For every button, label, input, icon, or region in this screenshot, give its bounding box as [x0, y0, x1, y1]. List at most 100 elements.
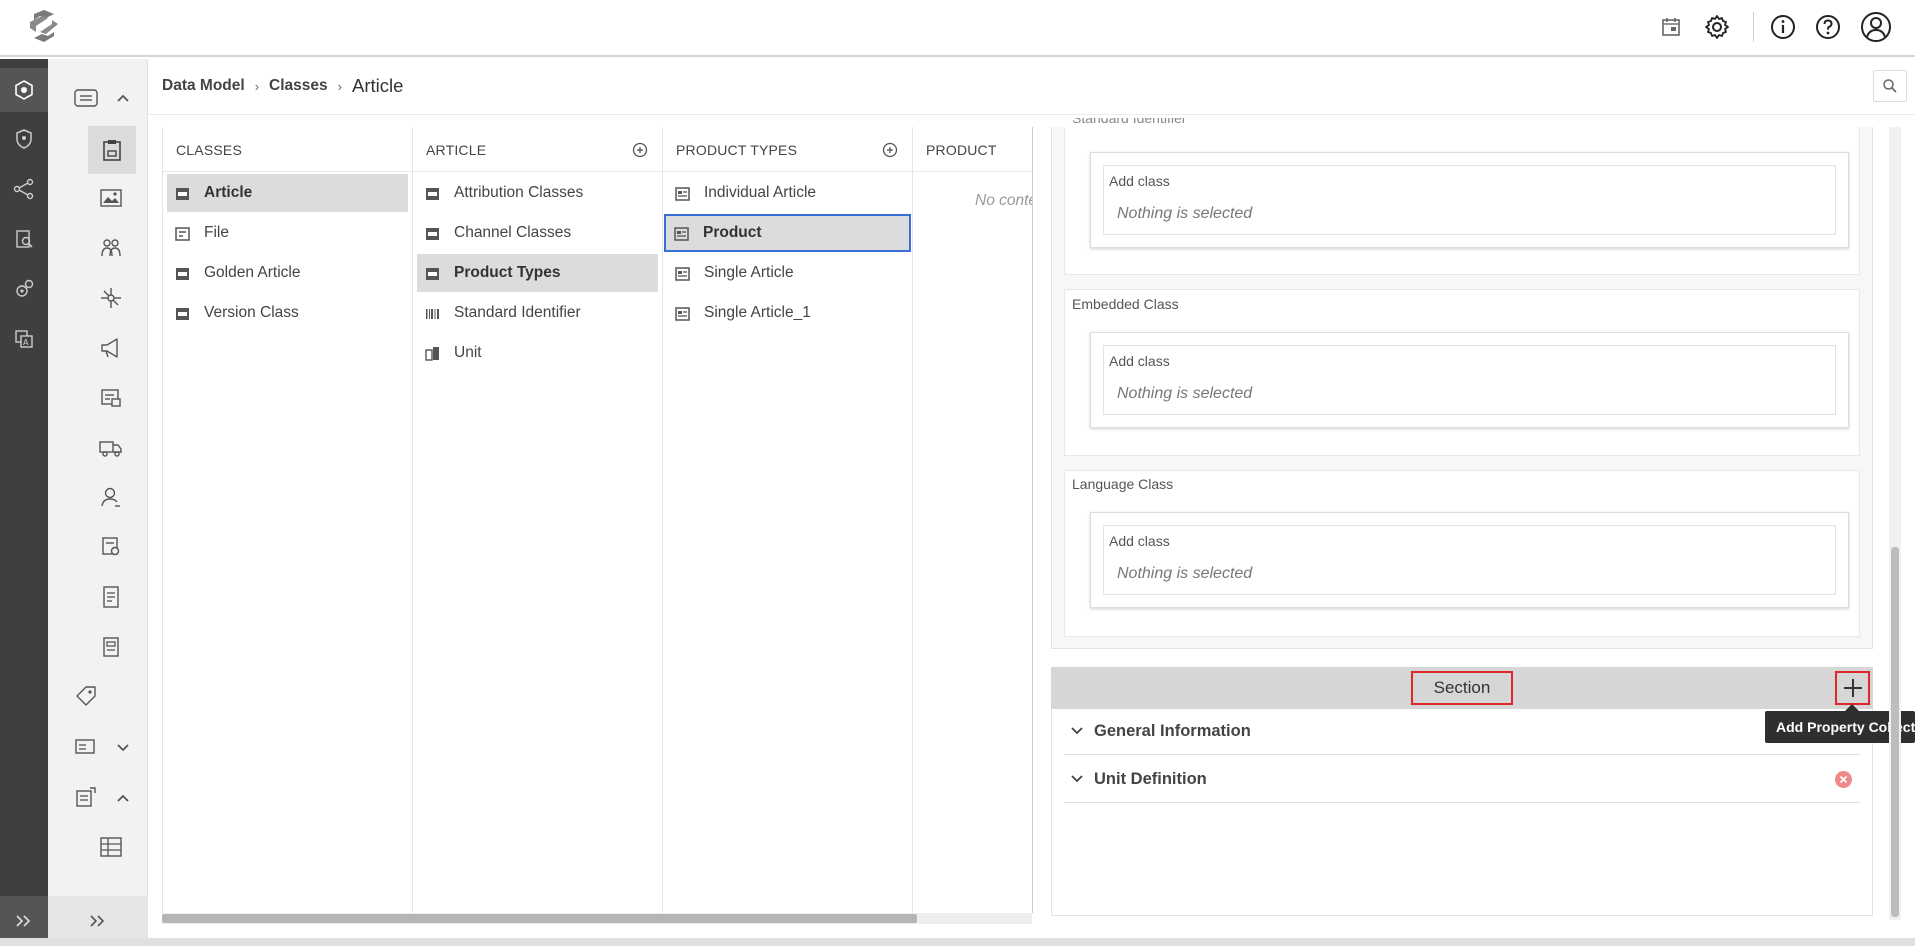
- id-card-nav-icon[interactable]: [64, 725, 108, 769]
- section-title: Section: [1411, 671, 1513, 705]
- horizontal-scrollbar[interactable]: [162, 913, 1032, 924]
- property-collection-row[interactable]: Unit Definition: [1064, 756, 1860, 803]
- product-type-icon: [675, 306, 690, 321]
- article-item[interactable]: Unit: [417, 334, 658, 372]
- product-type-item[interactable]: Individual Article: [667, 174, 908, 212]
- document-list-nav-icon[interactable]: [89, 575, 133, 619]
- horizontal-scrollbar-thumb[interactable]: [162, 914, 917, 923]
- selection-value: Nothing is selected: [1117, 565, 1253, 582]
- sub-nav: [48, 59, 148, 946]
- help-icon[interactable]: [1811, 10, 1845, 44]
- class-item[interactable]: Golden Article: [167, 254, 408, 292]
- embedded-class-add-class[interactable]: Add class Nothing is selected: [1090, 332, 1849, 428]
- article-column: ARTICLE Attribution Classes Channel Clas…: [413, 127, 663, 913]
- product-type-item[interactable]: Product: [664, 214, 911, 252]
- breadcrumb-separator: ›: [337, 78, 342, 94]
- tooltip-arrow: [1845, 704, 1859, 711]
- article-item-label: Standard Identifier: [454, 304, 581, 321]
- megaphone-nav-icon[interactable]: [89, 326, 133, 370]
- add-class-box[interactable]: [1103, 525, 1836, 595]
- vertical-scrollbar[interactable]: [1889, 127, 1901, 920]
- calendar-icon[interactable]: [1654, 10, 1688, 44]
- file-class-icon: [175, 226, 190, 241]
- tag-nav-icon[interactable]: [64, 674, 108, 718]
- add-class-label: Add class: [1109, 533, 1170, 549]
- main-nav-rail: A: [0, 59, 48, 946]
- add-class-box[interactable]: [1103, 165, 1836, 235]
- add-circle-icon[interactable]: [632, 142, 648, 158]
- article-column-header: ARTICLE: [413, 127, 662, 172]
- image-nav-icon[interactable]: [89, 176, 133, 220]
- chevron-down-icon[interactable]: [113, 738, 133, 758]
- list-view-icon[interactable]: [64, 76, 108, 120]
- class-icon: [426, 187, 439, 200]
- class-item[interactable]: File: [167, 214, 408, 252]
- document-settings-nav-icon[interactable]: [89, 525, 133, 569]
- product-types-column-title: PRODUCT TYPES: [676, 142, 798, 158]
- article-item[interactable]: Product Types: [417, 254, 658, 292]
- article-item-label: Channel Classes: [454, 224, 572, 241]
- catalog-nav-icon[interactable]: [89, 376, 133, 420]
- user-profile-icon[interactable]: [1859, 10, 1893, 44]
- language-class-label: Language Class: [1072, 476, 1174, 492]
- notebook-nav-icon[interactable]: [89, 625, 133, 669]
- table-nav-icon[interactable]: [89, 825, 133, 869]
- search-button[interactable]: [1873, 70, 1907, 102]
- translation-nav-icon[interactable]: A: [0, 317, 48, 361]
- network-nav-icon[interactable]: [89, 276, 133, 320]
- workflow-nav-icon[interactable]: [0, 167, 48, 211]
- breadcrumb-classes[interactable]: Classes: [269, 77, 328, 95]
- chevron-down-icon[interactable]: [1068, 722, 1086, 740]
- chevron-down-icon[interactable]: [1068, 770, 1086, 788]
- product-type-item[interactable]: Single Article_1: [667, 294, 908, 332]
- product-types-column-header: PRODUCT TYPES: [663, 127, 912, 172]
- product-empty-text: No content: [975, 192, 1032, 209]
- classes-nav-icon[interactable]: [88, 126, 136, 174]
- article-item[interactable]: Channel Classes: [417, 214, 658, 252]
- add-class-label: Add class: [1109, 353, 1170, 369]
- standard-identifier-add-class[interactable]: Add class Nothing is selected: [1090, 152, 1849, 248]
- toolbar-separator: [1753, 12, 1754, 42]
- chevron-up-icon[interactable]: [113, 788, 133, 808]
- settings-gear-icon[interactable]: [1700, 10, 1734, 44]
- document-search-nav-icon[interactable]: [0, 217, 48, 261]
- class-icon: [176, 187, 189, 200]
- security-nav-icon[interactable]: [0, 117, 48, 161]
- language-class-add-class[interactable]: Add class Nothing is selected: [1090, 512, 1849, 608]
- vertical-scrollbar-thumb[interactable]: [1891, 547, 1899, 917]
- class-icon: [426, 227, 439, 240]
- class-icon: [426, 267, 439, 280]
- class-item-label: Version Class: [204, 304, 299, 321]
- users-group-nav-icon[interactable]: [89, 226, 133, 270]
- add-property-collection-button[interactable]: [1835, 671, 1870, 705]
- data-model-nav-icon[interactable]: [0, 68, 48, 112]
- class-item[interactable]: Version Class: [167, 294, 408, 332]
- delivery-truck-nav-icon[interactable]: [89, 426, 133, 470]
- product-type-icon: [675, 266, 690, 281]
- article-item-label: Product Types: [454, 264, 561, 281]
- class-icon: [176, 267, 189, 280]
- breadcrumb-data-model[interactable]: Data Model: [162, 77, 245, 95]
- article-item[interactable]: Standard Identifier: [417, 294, 658, 332]
- class-item[interactable]: Article: [167, 174, 408, 212]
- svg-text:A: A: [23, 338, 29, 347]
- info-icon[interactable]: [1766, 10, 1800, 44]
- user-nav-icon[interactable]: [89, 475, 133, 519]
- add-circle-icon[interactable]: [882, 142, 898, 158]
- property-collection-row[interactable]: General Information: [1064, 708, 1860, 755]
- product-type-item-label: Single Article_1: [704, 304, 811, 321]
- selection-value: Nothing is selected: [1117, 205, 1253, 222]
- remove-circle-icon[interactable]: [1835, 771, 1852, 788]
- barcode-icon: [426, 308, 439, 319]
- add-class-box[interactable]: [1103, 345, 1836, 415]
- product-type-item[interactable]: Single Article: [667, 254, 908, 292]
- article-item-label: Attribution Classes: [454, 184, 584, 201]
- product-column-header: PRODUCT: [913, 127, 1032, 172]
- app-logo[interactable]: [20, 6, 68, 46]
- structure-nav-icon[interactable]: [64, 775, 108, 819]
- chevron-up-icon[interactable]: [113, 88, 133, 108]
- product-type-icon: [674, 226, 689, 241]
- plus-icon: [1843, 679, 1862, 697]
- settings-nav-icon[interactable]: [0, 267, 48, 311]
- article-item[interactable]: Attribution Classes: [417, 174, 658, 212]
